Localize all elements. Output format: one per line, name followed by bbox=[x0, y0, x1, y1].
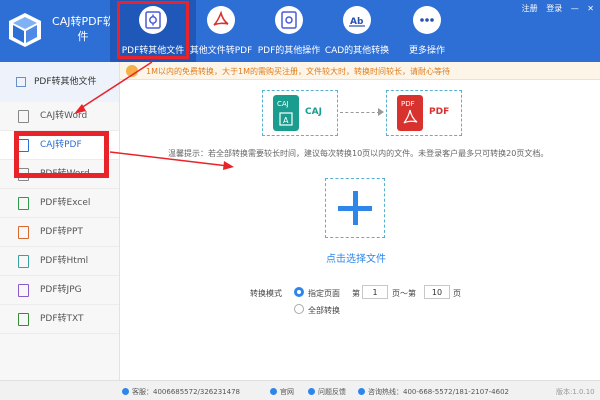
plus-icon-vertical bbox=[353, 191, 358, 225]
svg-text:CAJ: CAJ bbox=[277, 100, 289, 108]
more-dots-icon bbox=[413, 6, 441, 34]
hotline-info: 咨询热线：400-668-5572/181-2107-4602 bbox=[358, 387, 509, 397]
sidebar-item-pdf-to-html[interactable]: PDF转Html bbox=[0, 247, 119, 276]
radio-label: 指定页面 bbox=[308, 289, 340, 298]
conversion-arrow bbox=[340, 112, 380, 113]
official-site-link[interactable]: 官网 bbox=[270, 387, 294, 397]
sidebar-header-label: PDF转其他文件 bbox=[34, 77, 97, 87]
page-suffix: 页 bbox=[453, 289, 461, 298]
phone-icon bbox=[358, 388, 365, 395]
to-page-input[interactable] bbox=[424, 285, 450, 299]
cad-icon: Ab bbox=[343, 6, 371, 34]
highlight-box bbox=[14, 131, 109, 178]
excel-icon bbox=[18, 197, 29, 210]
image-icon bbox=[18, 284, 29, 297]
support-text: 客服：4006685572/326231478 bbox=[132, 388, 240, 396]
caj-file-icon: CAJ A bbox=[273, 95, 299, 131]
from-page-input[interactable] bbox=[362, 285, 388, 299]
notice-bar: 1M以内的免费转换，大于1M的需购买注册，文件较大时，转换时间较长，请耐心等待 bbox=[120, 62, 600, 80]
support-info: 客服：4006685572/326231478 bbox=[122, 387, 240, 397]
highlight-box bbox=[117, 1, 189, 59]
sidebar-item-pdf-to-jpg[interactable]: PDF转JPG bbox=[0, 276, 119, 305]
arrow-head-icon bbox=[378, 108, 384, 116]
sidebar-item-label: PDF转Excel bbox=[40, 198, 91, 208]
sidebar-item-label: PDF转Html bbox=[40, 256, 89, 266]
radio-all-pages[interactable] bbox=[294, 304, 304, 314]
logo-cube-icon bbox=[9, 13, 41, 47]
tool-more[interactable]: 更多操作 bbox=[384, 0, 470, 62]
select-file-label[interactable]: 点击选择文件 bbox=[318, 250, 394, 265]
pdf-gear-icon bbox=[275, 6, 303, 34]
page-mid: 页～第 bbox=[392, 289, 416, 298]
feedback-text: 问题反馈 bbox=[318, 388, 346, 396]
source-format-card: CAJ A CAJ bbox=[262, 90, 338, 136]
feedback-icon bbox=[308, 388, 315, 395]
hotline-text: 咨询热线：400-668-5572/181-2107-4602 bbox=[368, 388, 509, 396]
sidebar-item-pdf-to-excel[interactable]: PDF转Excel bbox=[0, 189, 119, 218]
app-header: CAJ转PDF软件 PDF转其他文件 其他文件转PDF PDF的其他操作 Ab … bbox=[0, 0, 600, 62]
ppt-icon bbox=[18, 226, 29, 239]
home-icon bbox=[270, 388, 277, 395]
sidebar: PDF转其他文件 CAJ转Word CAJ转PDF PDF转Word PDF转E… bbox=[0, 62, 120, 380]
app-title: CAJ转PDF软件 bbox=[52, 15, 114, 43]
target-format-label: PDF bbox=[429, 107, 450, 117]
status-bar: 客服：4006685572/326231478 官网 问题反馈 咨询热线：400… bbox=[0, 380, 600, 400]
close-button[interactable]: ✕ bbox=[587, 4, 594, 13]
version-text: 版本:1.0.10 bbox=[556, 388, 595, 396]
svg-text:PDF: PDF bbox=[401, 100, 415, 108]
tip-text: 温馨提示：若全部转换需要较长时间，建议每次转换10页以内的文件。未登录客户最多只… bbox=[168, 149, 549, 158]
sidebar-item-label: PDF转PPT bbox=[40, 227, 83, 237]
sidebar-item-caj-to-word[interactable]: CAJ转Word bbox=[0, 102, 119, 131]
feedback-link[interactable]: 问题反馈 bbox=[308, 387, 346, 397]
pdf-file-icon: PDF bbox=[397, 95, 423, 131]
file-icon bbox=[18, 110, 29, 123]
radio-label: 全部转换 bbox=[308, 306, 340, 315]
mascot-icon bbox=[126, 65, 138, 77]
support-icon bbox=[122, 388, 129, 395]
acrobat-icon bbox=[207, 6, 235, 34]
source-format-label: CAJ bbox=[305, 107, 322, 117]
sidebar-item-label: PDF转JPG bbox=[40, 285, 82, 295]
sidebar-item-pdf-to-ppt[interactable]: PDF转PPT bbox=[0, 218, 119, 247]
svg-text:A: A bbox=[283, 116, 289, 125]
file-drop-zone[interactable] bbox=[325, 178, 385, 238]
sidebar-item-label: CAJ转Word bbox=[40, 111, 88, 121]
tool-label: 更多操作 bbox=[408, 46, 445, 56]
mode-label: 转换模式 bbox=[250, 289, 282, 298]
text-file-icon bbox=[18, 313, 29, 326]
category-icon bbox=[16, 77, 26, 87]
login-link[interactable]: 登录 bbox=[546, 4, 562, 13]
radio-specified-pages[interactable] bbox=[294, 287, 304, 297]
target-format-card: PDF PDF bbox=[386, 90, 462, 136]
page-prefix: 第 bbox=[352, 289, 360, 298]
minimize-button[interactable]: — bbox=[571, 4, 579, 13]
window-controls: 注册 登录 — ✕ bbox=[516, 3, 594, 14]
site-text: 官网 bbox=[280, 388, 294, 396]
html-icon bbox=[18, 255, 29, 268]
sidebar-item-label: PDF转TXT bbox=[40, 314, 84, 324]
register-link[interactable]: 注册 bbox=[522, 4, 538, 13]
sidebar-item-pdf-to-txt[interactable]: PDF转TXT bbox=[0, 305, 119, 334]
sidebar-header: PDF转其他文件 bbox=[0, 62, 119, 102]
notice-text: 1M以内的免费转换，大于1M的需购买注册，文件较大时，转换时间较长，请耐心等待 bbox=[146, 67, 450, 76]
app-logo: CAJ转PDF软件 bbox=[8, 8, 118, 54]
